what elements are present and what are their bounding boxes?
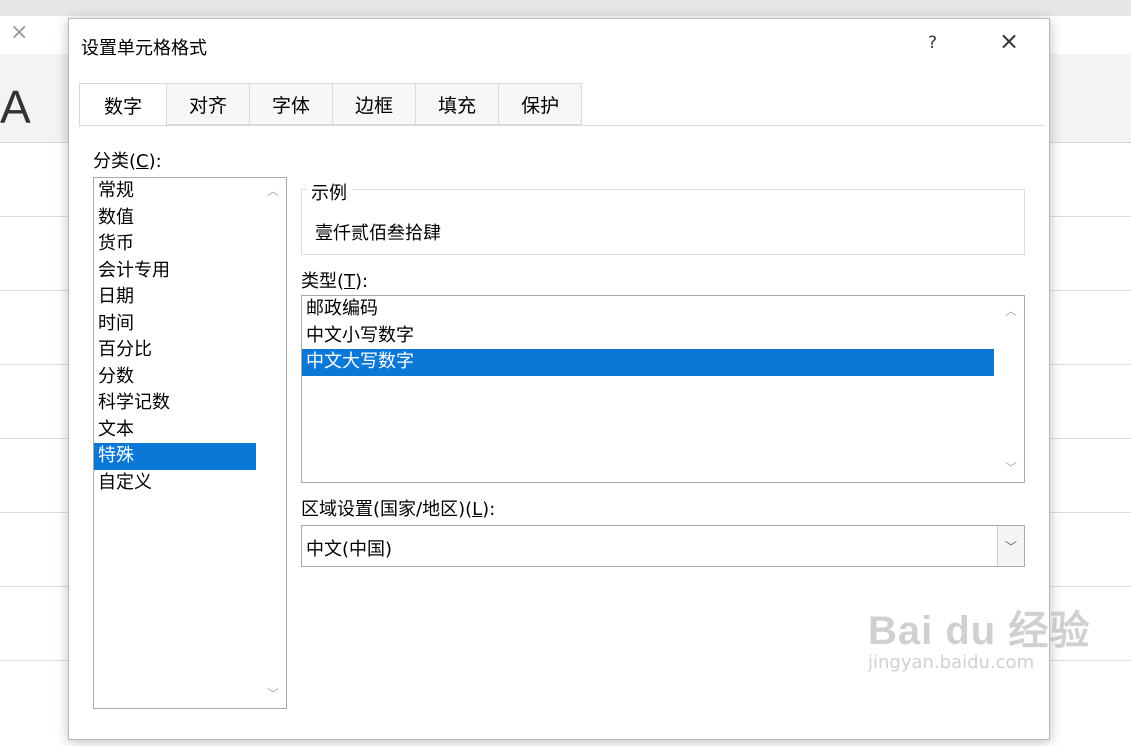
type-item-chinese-lowercase[interactable]: 中文小写数字 (302, 323, 994, 350)
category-item-currency[interactable]: 货币 (94, 231, 256, 258)
dialog-title: 设置单元格格式 (81, 38, 207, 59)
tab-bar: 数字 对齐 字体 边框 填充 保护 (79, 83, 583, 127)
category-item-date[interactable]: 日期 (94, 284, 256, 311)
category-list[interactable]: 常规 数值 货币 会计专用 日期 时间 百分比 分数 科学记数 文本 特殊 自定… (93, 177, 287, 709)
watermark-logo: Bai du 经验 (868, 609, 1091, 653)
category-label: 分类(C): (93, 151, 162, 172)
scroll-down-icon[interactable]: ﹀ (260, 685, 286, 702)
baidu-watermark: Bai du 经验 jingyan.baidu.com (868, 598, 1090, 673)
category-item-fraction[interactable]: 分数 (94, 364, 256, 391)
category-item-time[interactable]: 时间 (94, 311, 256, 338)
category-scrollbar[interactable]: ︿ ﹀ (260, 178, 286, 708)
type-label: 类型(T): (301, 271, 369, 292)
category-item-text[interactable]: 文本 (94, 417, 256, 444)
sample-value: 壹仟贰佰叁拾肆 (315, 223, 441, 244)
category-item-special[interactable]: 特殊 (94, 443, 256, 470)
locale-select[interactable]: 中文(中国) ﹀ (301, 525, 1025, 567)
tab-number[interactable]: 数字 (79, 83, 168, 127)
tab-font[interactable]: 字体 (250, 83, 334, 125)
tab-protection[interactable]: 保护 (499, 83, 583, 125)
formula-cancel-icon[interactable]: × (10, 20, 28, 45)
chevron-down-icon[interactable]: ﹀ (997, 526, 1024, 566)
category-item-number[interactable]: 数值 (94, 205, 256, 232)
type-scrollbar[interactable]: ︿ ﹀ (998, 296, 1024, 482)
category-item-accounting[interactable]: 会计专用 (94, 258, 256, 285)
locale-label: 区域设置(国家/地区)(L): (301, 499, 496, 520)
scroll-up-icon[interactable]: ︿ (260, 182, 286, 199)
type-list[interactable]: 邮政编码 中文小写数字 中文大写数字 ︿ ﹀ (301, 295, 1025, 483)
tab-alignment[interactable]: 对齐 (167, 83, 251, 125)
type-item-postal-code[interactable]: 邮政编码 (302, 296, 994, 323)
category-item-scientific[interactable]: 科学记数 (94, 390, 256, 417)
column-header-a[interactable]: A (0, 80, 31, 134)
type-item-chinese-uppercase[interactable]: 中文大写数字 (302, 349, 994, 376)
sample-legend: 示例 (307, 179, 351, 205)
category-item-custom[interactable]: 自定义 (94, 470, 256, 497)
scroll-up-icon[interactable]: ︿ (998, 302, 1024, 319)
category-item-percentage[interactable]: 百分比 (94, 337, 256, 364)
close-button[interactable]: × (999, 29, 1019, 53)
scroll-down-icon[interactable]: ﹀ (998, 459, 1024, 476)
tab-border[interactable]: 边框 (333, 83, 417, 125)
category-item-general[interactable]: 常规 (94, 178, 256, 205)
tab-fill[interactable]: 填充 (416, 83, 500, 125)
locale-value: 中文(中国) (306, 539, 393, 560)
help-button[interactable]: ? (928, 33, 937, 53)
app-top-bar (0, 0, 1131, 17)
